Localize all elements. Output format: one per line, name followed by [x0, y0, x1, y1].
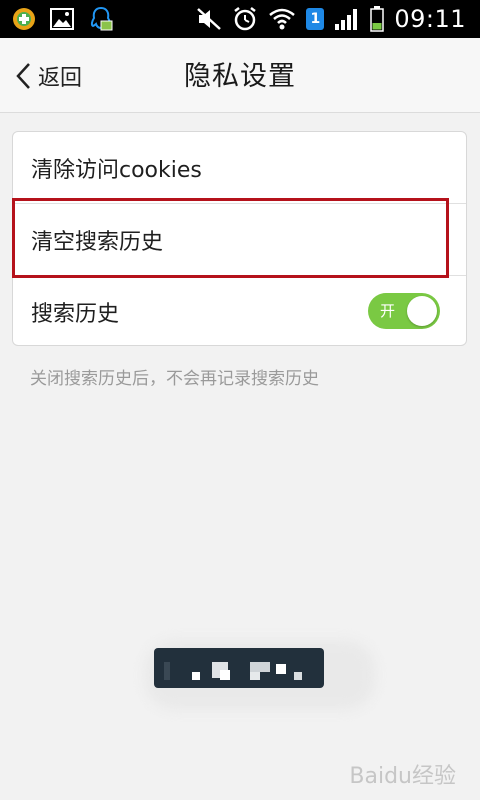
pixel-block — [250, 672, 260, 680]
toast-message — [154, 648, 324, 688]
battery-icon — [370, 6, 385, 32]
toggle-on-label: 开 — [380, 302, 396, 320]
settings-list: 清除访问cookies 清空搜索历史 搜索历史 开 — [12, 131, 467, 346]
status-bar: 1 09:11 — [0, 0, 480, 38]
top-navigation-bar: 返回 隐私设置 — [0, 38, 480, 113]
pixel-block — [294, 672, 302, 680]
page-title: 隐私设置 — [184, 61, 296, 92]
clock: 09:11 — [394, 5, 466, 33]
qq-icon — [90, 6, 113, 31]
wifi-icon — [269, 8, 296, 30]
clear-cookies-item[interactable]: 清除访问cookies — [13, 132, 466, 203]
pixel-block — [250, 662, 270, 672]
watermark: Baidu经验 — [349, 764, 456, 789]
mute-icon — [197, 8, 222, 30]
search-history-item: 搜索历史 开 — [13, 276, 466, 347]
clear-search-history-label: 清空搜索历史 — [31, 229, 164, 255]
pixel-block — [220, 670, 230, 680]
search-history-label: 搜索历史 — [31, 301, 120, 327]
alarm-icon — [234, 7, 257, 31]
pixel-block — [164, 662, 170, 680]
signal-icon — [335, 9, 358, 30]
clear-cookies-label: 清除访问cookies — [31, 157, 202, 183]
search-history-hint: 关闭搜索历史后，不会再记录搜索历史 — [30, 369, 319, 389]
image-icon — [50, 8, 74, 30]
pixel-block — [192, 672, 200, 680]
search-history-toggle[interactable]: 开 — [368, 293, 440, 329]
sim-icon: 1 — [306, 8, 325, 30]
pixel-block — [276, 664, 286, 674]
clear-search-history-item[interactable]: 清空搜索历史 — [13, 204, 466, 275]
app-icon — [13, 8, 35, 30]
toggle-knob — [407, 296, 437, 326]
